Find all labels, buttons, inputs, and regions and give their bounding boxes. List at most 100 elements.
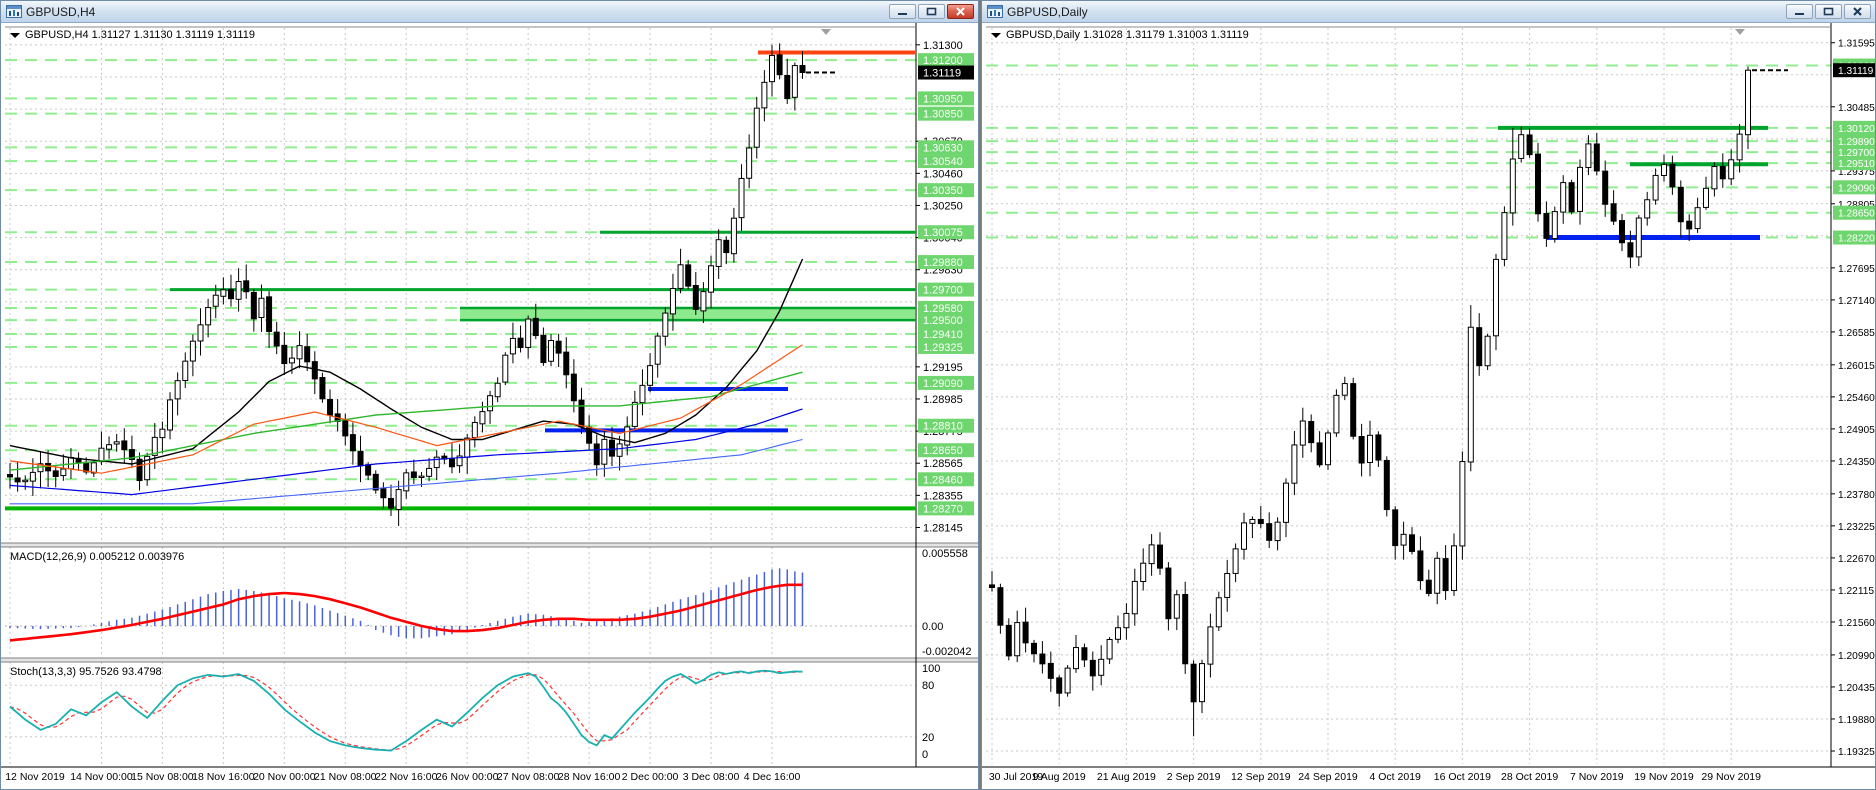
time-axis-label: 3 Dec 08:00 xyxy=(683,771,740,783)
price-tick-label: 1.26015 xyxy=(1838,361,1875,372)
close-button[interactable] xyxy=(947,4,974,19)
window-title: GBPUSD,Daily xyxy=(1007,4,1088,19)
chart-window-daily: GBPUSD,Daily 1.31595 1.30485 1.29375 1.2880… xyxy=(981,0,1876,790)
time-axis-label: 19 Nov 2019 xyxy=(1634,771,1694,783)
minimize-button[interactable] xyxy=(1786,4,1813,19)
price-tick-label: 1.31300 xyxy=(923,40,963,52)
price-tick-label: 1.27140 xyxy=(1838,296,1875,307)
ohlc-label: GBPUSD,Daily 1.31028 1.31179 1.31003 1.3… xyxy=(1006,29,1249,41)
svg-text:1.29410: 1.29410 xyxy=(923,329,963,341)
time-axis-label: 2 Dec 00:00 xyxy=(622,771,679,783)
svg-text:1.30075: 1.30075 xyxy=(923,227,963,239)
svg-text:1.28650: 1.28650 xyxy=(1838,209,1875,220)
time-axis-label: 21 Aug 2019 xyxy=(1097,771,1156,783)
price-tick-label: 1.27695 xyxy=(1838,264,1875,275)
price-tick-label: 1.28145 xyxy=(923,522,963,534)
time-axis-label: 28 Oct 2019 xyxy=(1501,771,1558,783)
restore-button[interactable] xyxy=(1815,4,1842,19)
svg-text:1.30120: 1.30120 xyxy=(1838,124,1875,135)
chart-area-daily[interactable]: 1.31595 1.30485 1.29375 1.28805 1.27695 1.271… xyxy=(982,23,1875,789)
svg-text:1.29500: 1.29500 xyxy=(923,315,963,327)
time-axis-label: 4 Dec 16:00 xyxy=(744,771,801,783)
time-axis-label: 7 Nov 2019 xyxy=(1570,771,1624,783)
price-tick-label: 1.20435 xyxy=(1838,683,1875,694)
svg-text:1.31119: 1.31119 xyxy=(923,68,961,80)
svg-text:0.00: 0.00 xyxy=(922,621,943,633)
price-tick-label: 1.30485 xyxy=(1838,103,1875,114)
price-tick-label: 1.26585 xyxy=(1838,328,1875,339)
price-tick-label: 1.31595 xyxy=(1838,39,1875,50)
time-axis-label: 4 Oct 2019 xyxy=(1370,771,1422,783)
time-axis-label: 22 Nov 16:00 xyxy=(375,771,438,783)
time-axis-label: 15 Nov 08:00 xyxy=(131,771,194,783)
svg-text:1.29580: 1.29580 xyxy=(923,303,963,315)
chart-icon xyxy=(987,5,1003,18)
svg-text:20: 20 xyxy=(922,732,934,744)
svg-text:1.30630: 1.30630 xyxy=(923,142,963,154)
window-title: GBPUSD,H4 xyxy=(26,4,96,19)
time-axis-label: 20 Nov 00:00 xyxy=(253,771,316,783)
svg-text:0: 0 xyxy=(922,749,928,761)
time-axis-label: 12 Nov 2019 xyxy=(5,771,65,783)
svg-text:1.29090: 1.29090 xyxy=(923,378,963,390)
svg-text:1.29510: 1.29510 xyxy=(1838,159,1875,170)
price-tick-label: 1.22115 xyxy=(1838,586,1874,597)
svg-text:1.29880: 1.29880 xyxy=(923,257,963,269)
time-axis-label: 16 Oct 2019 xyxy=(1434,771,1491,783)
svg-text:1.31200: 1.31200 xyxy=(923,55,963,67)
chart-area-h4[interactable]: MACD(12,26,9) 0.005212 0.003976 0.005558 0… xyxy=(1,23,978,789)
time-axis-label: 9 Aug 2019 xyxy=(1033,771,1086,783)
svg-text:80: 80 xyxy=(922,680,934,692)
restore-button[interactable] xyxy=(918,4,945,19)
svg-text:1.31119: 1.31119 xyxy=(1838,66,1874,77)
time-axis-label: 28 Nov 16:00 xyxy=(558,771,621,783)
titlebar-daily[interactable]: GBPUSD,Daily xyxy=(982,1,1875,23)
svg-text:100: 100 xyxy=(922,663,940,675)
time-axis-label: 26 Nov 00:00 xyxy=(436,771,499,783)
price-tick-label: 1.19880 xyxy=(1838,715,1875,726)
svg-text:1.28460: 1.28460 xyxy=(923,474,963,486)
price-tick-label: 1.25460 xyxy=(1838,393,1875,404)
price-tick-label: 1.21560 xyxy=(1838,618,1875,629)
price-chart-daily[interactable]: 1.315951.304851.293751.288051.276951.271… xyxy=(982,23,1875,789)
titlebar-h4[interactable]: GBPUSD,H4 xyxy=(1,1,978,23)
svg-text:0.005558: 0.005558 xyxy=(922,548,968,560)
minimize-button[interactable] xyxy=(889,4,916,19)
price-tick-label: 1.20990 xyxy=(1838,651,1875,662)
svg-text:1.28650: 1.28650 xyxy=(923,445,963,457)
time-axis-label: 29 Nov 2019 xyxy=(1701,771,1761,783)
svg-text:1.29700: 1.29700 xyxy=(923,285,963,297)
svg-text:1.29325: 1.29325 xyxy=(923,342,963,354)
svg-text:1.30950: 1.30950 xyxy=(923,93,963,105)
time-axis-label: 24 Sep 2019 xyxy=(1298,771,1358,783)
chart-window-h4: GBPUSD,H4 MACD(12,26,9) 0.005212 0.00397… xyxy=(0,0,979,790)
price-tick-label: 1.24905 xyxy=(1838,425,1875,436)
svg-text:1.28220: 1.28220 xyxy=(1838,234,1875,245)
price-tick-label: 1.24350 xyxy=(1838,457,1875,468)
price-chart-h4[interactable]: MACD(12,26,9) 0.005212 0.003976 0.005558 0… xyxy=(1,23,978,789)
time-axis-label: 14 Nov 00:00 xyxy=(70,771,133,783)
price-tick-label: 1.29195 xyxy=(923,362,963,374)
time-axis-label: 12 Sep 2019 xyxy=(1231,771,1291,783)
macd-label: MACD(12,26,9) 0.005212 0.003976 xyxy=(10,551,184,563)
svg-text:1.30540: 1.30540 xyxy=(923,156,963,168)
time-axis-label: 21 Nov 08:00 xyxy=(314,771,377,783)
price-tick-label: 1.30250 xyxy=(923,200,963,212)
svg-text:1.29090: 1.29090 xyxy=(1838,183,1875,194)
price-tick-label: 1.22670 xyxy=(1838,554,1875,565)
time-axis-label: 2 Sep 2019 xyxy=(1167,771,1221,783)
close-button[interactable] xyxy=(1844,4,1871,19)
price-tick-label: 1.30460 xyxy=(923,168,963,180)
chart-icon xyxy=(6,5,22,18)
price-tick-label: 1.28565 xyxy=(923,458,963,470)
svg-text:-0.002042: -0.002042 xyxy=(922,646,972,658)
stoch-label: Stoch(13,3,3) 95.7526 93.4798 xyxy=(10,666,162,678)
mt4-workspace: GBPUSD,H4 MACD(12,26,9) 0.005212 0.00397… xyxy=(0,0,1876,790)
price-tick-label: 1.28985 xyxy=(923,394,963,406)
price-tick-label: 1.23225 xyxy=(1838,522,1875,533)
svg-text:1.28810: 1.28810 xyxy=(923,421,963,433)
svg-text:1.30350: 1.30350 xyxy=(923,185,963,197)
svg-text:1.28270: 1.28270 xyxy=(923,503,963,515)
price-tick-label: 1.23780 xyxy=(1838,490,1875,501)
time-axis-label: 27 Nov 08:00 xyxy=(497,771,560,783)
